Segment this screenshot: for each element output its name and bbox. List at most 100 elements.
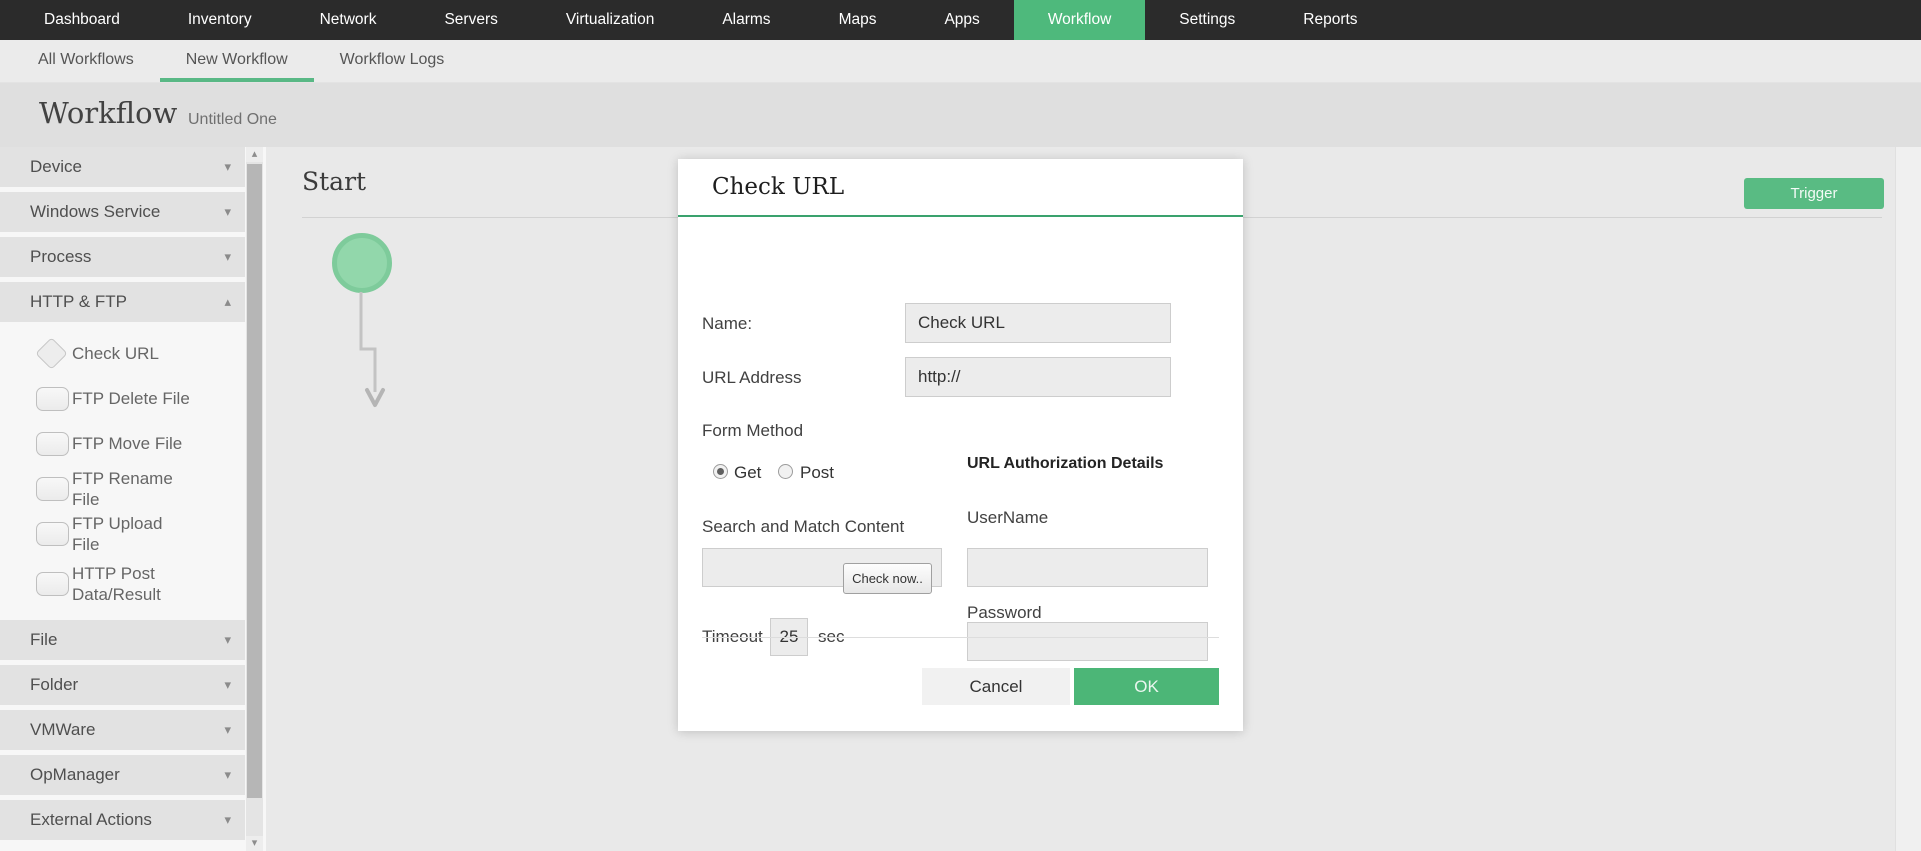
section-label: VMWare (30, 720, 96, 739)
sidebar-section-process[interactable]: Process ▾ (0, 237, 245, 277)
sidebar-section-file[interactable]: File ▾ (0, 620, 245, 660)
cancel-button[interactable]: Cancel (922, 668, 1070, 705)
action-http-post-data-result[interactable]: HTTP Post Data/Result (0, 556, 245, 612)
nav-item-inventory[interactable]: Inventory (154, 0, 286, 40)
section-label: Process (30, 247, 92, 266)
start-node[interactable] (332, 233, 392, 293)
chevron-down-icon: ▾ (224, 722, 231, 737)
scrollbar-thumb[interactable] (247, 164, 262, 798)
diamond-icon (35, 337, 68, 370)
url-authorization-header: URL Authorization Details (967, 455, 1164, 472)
ok-button[interactable]: OK (1074, 668, 1219, 705)
scroll-up-icon[interactable]: ▴ (246, 147, 263, 162)
trigger-button[interactable]: Trigger (1744, 178, 1884, 209)
action-label: FTP Delete File (72, 389, 190, 408)
rect-icon (36, 476, 69, 501)
username-label: UserName (967, 508, 1049, 527)
chevron-down-icon: ▾ (224, 812, 231, 827)
dialog-divider (702, 637, 1219, 638)
section-label: HTTP & FTP (30, 292, 127, 311)
chevron-down-icon: ▾ (224, 159, 231, 174)
page-header: Workflow Untitled One (0, 83, 1921, 147)
rect-icon (36, 386, 69, 411)
check-url-dialog: Check URL Name: URL Address Form Method … (678, 159, 1243, 731)
workflow-canvas: Start Trigger Check URL Name: URL Addres… (266, 147, 1921, 851)
action-label: Check URL (72, 344, 159, 363)
action-label: HTTP Post Data/Result (72, 564, 161, 604)
nav-item-alarms[interactable]: Alarms (688, 0, 804, 40)
rect-icon (36, 431, 69, 456)
chevron-down-icon: ▾ (224, 632, 231, 647)
post-radio-label[interactable]: Post (800, 463, 834, 483)
http-ftp-actions: Check URL FTP Delete File FTP Move File … (0, 327, 245, 620)
check-now-button[interactable]: Check now.. (843, 563, 932, 594)
sidebar-section-http-ftp[interactable]: HTTP & FTP ▴ (0, 282, 245, 322)
start-label: Start (302, 167, 367, 196)
username-field[interactable] (967, 548, 1208, 587)
nav-item-servers[interactable]: Servers (410, 0, 531, 40)
rect-icon (36, 521, 69, 546)
action-sidebar: Device ▾ Windows Service ▾ Process ▾ HTT… (0, 147, 245, 851)
url-address-label: URL Address (702, 368, 802, 387)
tab-workflow-logs[interactable]: Workflow Logs (314, 40, 471, 82)
action-label: FTP Upload File (72, 513, 163, 554)
scroll-down-icon[interactable]: ▾ (246, 836, 263, 851)
chevron-up-icon: ▴ (224, 294, 231, 309)
nav-item-settings[interactable]: Settings (1145, 0, 1269, 40)
action-label: FTP Rename File (72, 468, 173, 509)
connector-arrow (359, 292, 385, 407)
action-ftp-rename-file[interactable]: FTP Rename File (0, 466, 245, 511)
page-title: Workflow (39, 96, 178, 130)
section-label: External Actions (30, 810, 152, 829)
action-ftp-upload-file[interactable]: FTP Upload File (0, 511, 245, 556)
password-label: Password (967, 603, 1042, 622)
canvas-right-scroll-track[interactable] (1895, 147, 1921, 851)
chevron-down-icon: ▾ (224, 204, 231, 219)
tab-all-workflows[interactable]: All Workflows (12, 40, 160, 82)
sidebar-section-vmware[interactable]: VMWare ▾ (0, 710, 245, 750)
sidebar-scrollbar[interactable]: ▴ ▾ (246, 147, 263, 851)
dialog-header: Check URL (678, 159, 1243, 217)
search-match-label: Search and Match Content (702, 517, 905, 536)
nav-item-virtualization[interactable]: Virtualization (532, 0, 688, 40)
chevron-down-icon: ▾ (224, 677, 231, 692)
chevron-down-icon: ▾ (224, 249, 231, 264)
sidebar-section-opmanager[interactable]: OpManager ▾ (0, 755, 245, 795)
sidebar-section-folder[interactable]: Folder ▾ (0, 665, 245, 705)
sidebar-section-windows-service[interactable]: Windows Service ▾ (0, 192, 245, 232)
section-label: OpManager (30, 765, 120, 784)
nav-item-reports[interactable]: Reports (1269, 0, 1391, 40)
post-radio[interactable] (778, 464, 793, 479)
sidebar-section-device[interactable]: Device ▾ (0, 147, 245, 187)
tab-new-workflow[interactable]: New Workflow (159, 40, 314, 82)
form-method-label: Form Method (702, 421, 804, 440)
nav-item-network[interactable]: Network (286, 0, 411, 40)
get-radio-label[interactable]: Get (734, 463, 761, 483)
top-nav: Dashboard Inventory Network Servers Virt… (0, 0, 1921, 40)
sidebar-section-external-actions[interactable]: External Actions ▾ (0, 800, 245, 840)
name-field[interactable] (905, 303, 1171, 343)
section-label: Device (30, 157, 82, 176)
nav-item-maps[interactable]: Maps (805, 0, 911, 40)
get-radio[interactable] (713, 464, 728, 479)
workflow-tabs: All Workflows New Workflow Workflow Logs (0, 40, 1921, 83)
opmanager-workflow-page: Dashboard Inventory Network Servers Virt… (0, 0, 1921, 851)
section-label: Folder (30, 675, 79, 694)
chevron-down-icon: ▾ (224, 767, 231, 782)
workflow-name: Untitled One (188, 111, 277, 128)
url-address-field[interactable] (905, 357, 1171, 397)
dialog-title: Check URL (712, 174, 845, 200)
action-check-url[interactable]: Check URL (0, 331, 245, 376)
section-label: Windows Service (30, 202, 161, 221)
nav-item-apps[interactable]: Apps (910, 0, 1013, 40)
action-label: FTP Move File (72, 434, 183, 453)
nav-item-dashboard[interactable]: Dashboard (10, 0, 154, 40)
rect-icon (36, 572, 69, 596)
section-label: File (30, 630, 58, 649)
action-ftp-move-file[interactable]: FTP Move File (0, 421, 245, 466)
dialog-body: Name: URL Address Form Method Get Post U… (678, 217, 1243, 729)
nav-item-workflow[interactable]: Workflow (1013, 0, 1146, 40)
action-ftp-delete-file[interactable]: FTP Delete File (0, 376, 245, 421)
password-field[interactable] (967, 622, 1208, 661)
name-label: Name: (702, 314, 753, 333)
